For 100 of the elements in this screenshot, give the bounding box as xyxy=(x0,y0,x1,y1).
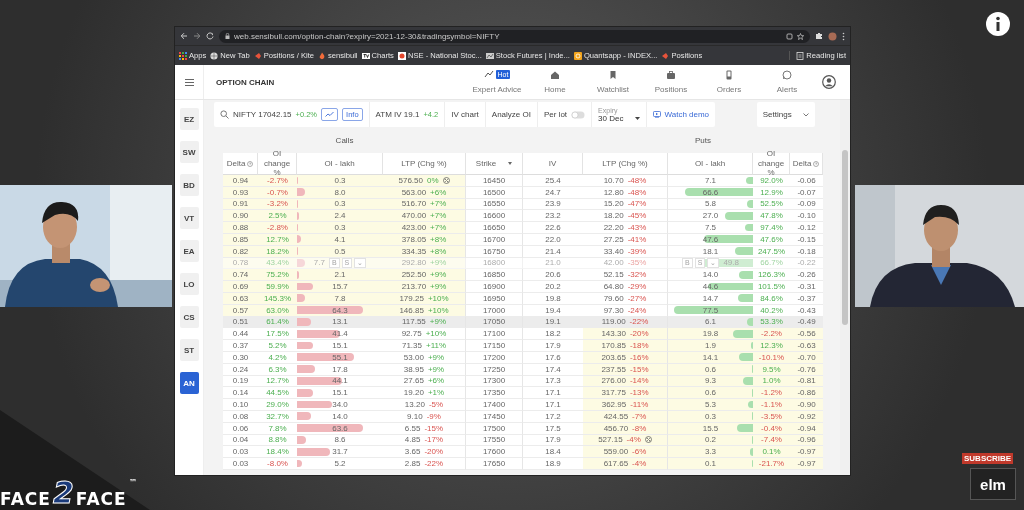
oi-value: 5.2 xyxy=(334,459,346,468)
delta-cell: -0.09 xyxy=(790,198,823,211)
strategy-tab[interactable]: CS xyxy=(179,306,199,328)
symbol-price: NIFTY 17042.15 xyxy=(233,110,292,119)
strategy-tab[interactable]: EZ xyxy=(179,108,199,130)
change-percent: -17% xyxy=(424,435,444,445)
strategy-tab[interactable]: SW xyxy=(179,141,199,163)
strike-cell: 16500 xyxy=(466,186,523,199)
nav-item[interactable]: Orders xyxy=(700,70,758,94)
delta-cell: -0.12 xyxy=(790,222,823,234)
ltp-value: 424.55 xyxy=(603,411,629,421)
change-percent: -35% xyxy=(627,258,647,268)
oi-value: 15.7 xyxy=(332,282,348,292)
nav-item[interactable]: Home xyxy=(526,70,584,94)
nav-item[interactable]: Alerts xyxy=(758,70,816,94)
toggle-switch[interactable] xyxy=(571,110,586,119)
strategy-tab[interactable]: ST xyxy=(179,339,199,361)
strike-cell: 16700 xyxy=(466,234,523,246)
nav-item[interactable]: Positions xyxy=(642,70,700,94)
change-percent: +9% xyxy=(430,282,447,292)
forward-arrow-icon[interactable] xyxy=(193,32,201,40)
subscribe-button[interactable]: SUBSCRIBE xyxy=(962,453,1014,464)
watch-demo-button[interactable]: Watch demo xyxy=(653,110,710,119)
iv-cell: 20.2 xyxy=(523,281,583,293)
oi-value: 49.8 xyxy=(723,258,739,268)
reload-icon[interactable] xyxy=(206,32,214,40)
delta-cell: 0.03 xyxy=(223,458,258,470)
ltp-value: 378.05 xyxy=(401,234,427,244)
ltp-value: 3.65 xyxy=(404,447,421,457)
ltp-value: 576.50 xyxy=(398,175,423,185)
sort-caret-icon[interactable] xyxy=(508,162,513,165)
ltp-value: 170.85 xyxy=(601,341,626,351)
address-bar[interactable]: web.sensibull.com/option-chain?expiry=2021-12-30&tradingsymbol=NIFTY xyxy=(219,29,810,43)
ltp-value: 237.55 xyxy=(601,364,626,374)
info-icon[interactable] xyxy=(983,9,1013,39)
oi-value: 17.8 xyxy=(332,364,348,374)
scrollbar-thumb[interactable] xyxy=(842,150,848,325)
change-percent: +10% xyxy=(427,293,449,303)
delta-cell: 0.08 xyxy=(223,410,258,423)
strategy-tab[interactable]: BD xyxy=(179,174,199,196)
column-header[interactable]: Delta xyxy=(790,153,823,175)
ltp-value: 276.00 xyxy=(601,376,626,386)
oi-value: 9.3 xyxy=(704,376,717,386)
delta-cell: 0.94 xyxy=(223,175,258,187)
oi-value: 4.1 xyxy=(334,234,346,244)
iv-chart-link[interactable]: IV chart xyxy=(451,110,479,119)
column-header[interactable]: OI - lakh xyxy=(668,153,753,175)
back-arrow-icon[interactable] xyxy=(180,32,188,40)
section-heading: Puts xyxy=(694,135,712,145)
change-percent: -48% xyxy=(627,187,647,197)
puzzle-icon[interactable] xyxy=(815,32,823,40)
trend-icon xyxy=(325,111,335,117)
share-icon[interactable] xyxy=(786,32,793,40)
change-percent: +7% xyxy=(430,211,447,221)
change-percent: -8% xyxy=(632,423,647,433)
delta-cell: 0.19 xyxy=(223,375,258,388)
oi-change-cell: 12.3% xyxy=(753,340,790,352)
oi-change-cell: 92.0% xyxy=(753,175,790,187)
q-logo-icon xyxy=(573,51,582,60)
change-percent: +8% xyxy=(430,234,447,244)
strike-cell: 17150 xyxy=(466,340,523,352)
profile-icon[interactable] xyxy=(828,31,837,41)
column-header[interactable]: LTP (Chg %) xyxy=(583,153,668,175)
oi-change-cell: 12.9% xyxy=(753,186,790,199)
change-percent: -5% xyxy=(428,400,444,410)
column-header[interactable]: Strike xyxy=(466,153,523,175)
column-header[interactable]: IV xyxy=(523,153,583,175)
analyze-oi-link[interactable]: Analyze OI xyxy=(491,110,531,119)
menu-icon[interactable] xyxy=(184,78,194,86)
expiry-select[interactable]: 30 Dec xyxy=(598,113,641,123)
help-icon xyxy=(813,160,820,167)
oi-value: 63.6 xyxy=(332,423,348,433)
change-percent: +9% xyxy=(427,352,445,362)
strategy-tab[interactable]: EA xyxy=(179,240,199,262)
star-icon[interactable] xyxy=(797,32,804,40)
column-header[interactable]: OI change % xyxy=(753,153,790,175)
delta-cell: 0.03 xyxy=(223,446,258,459)
strike-cell: 17600 xyxy=(466,446,523,459)
ltp-value: 71.35 xyxy=(401,341,422,351)
strategy-tab[interactable]: LO xyxy=(179,273,199,295)
delta-cell: -0.26 xyxy=(790,269,823,282)
trend-icon xyxy=(483,70,494,80)
oi-value: 15.1 xyxy=(332,341,348,351)
strike-cell: 16750 xyxy=(466,245,523,258)
nav-item[interactable]: Watchlist xyxy=(584,70,642,94)
ltp-value: 38.95 xyxy=(403,364,424,374)
change-percent: -48% xyxy=(627,175,647,185)
strategy-tab[interactable]: VT xyxy=(179,207,199,229)
ltp-value: 4.85 xyxy=(404,435,421,445)
avatar-icon[interactable] xyxy=(822,75,836,89)
change-percent: -43% xyxy=(627,223,647,233)
strategy-tab[interactable]: AN xyxy=(179,372,199,394)
flame-logo-icon xyxy=(317,51,326,60)
settings-dropdown[interactable]: Settings xyxy=(757,102,815,127)
delta-cell: -0.06 xyxy=(790,175,823,187)
strike-cell: 17500 xyxy=(466,422,523,435)
ltp-value: 53.00 xyxy=(403,352,424,362)
ltp-value: 92.75 xyxy=(401,329,422,339)
ltp-value: 617.65 xyxy=(603,459,629,468)
change-percent: -39% xyxy=(627,246,647,256)
